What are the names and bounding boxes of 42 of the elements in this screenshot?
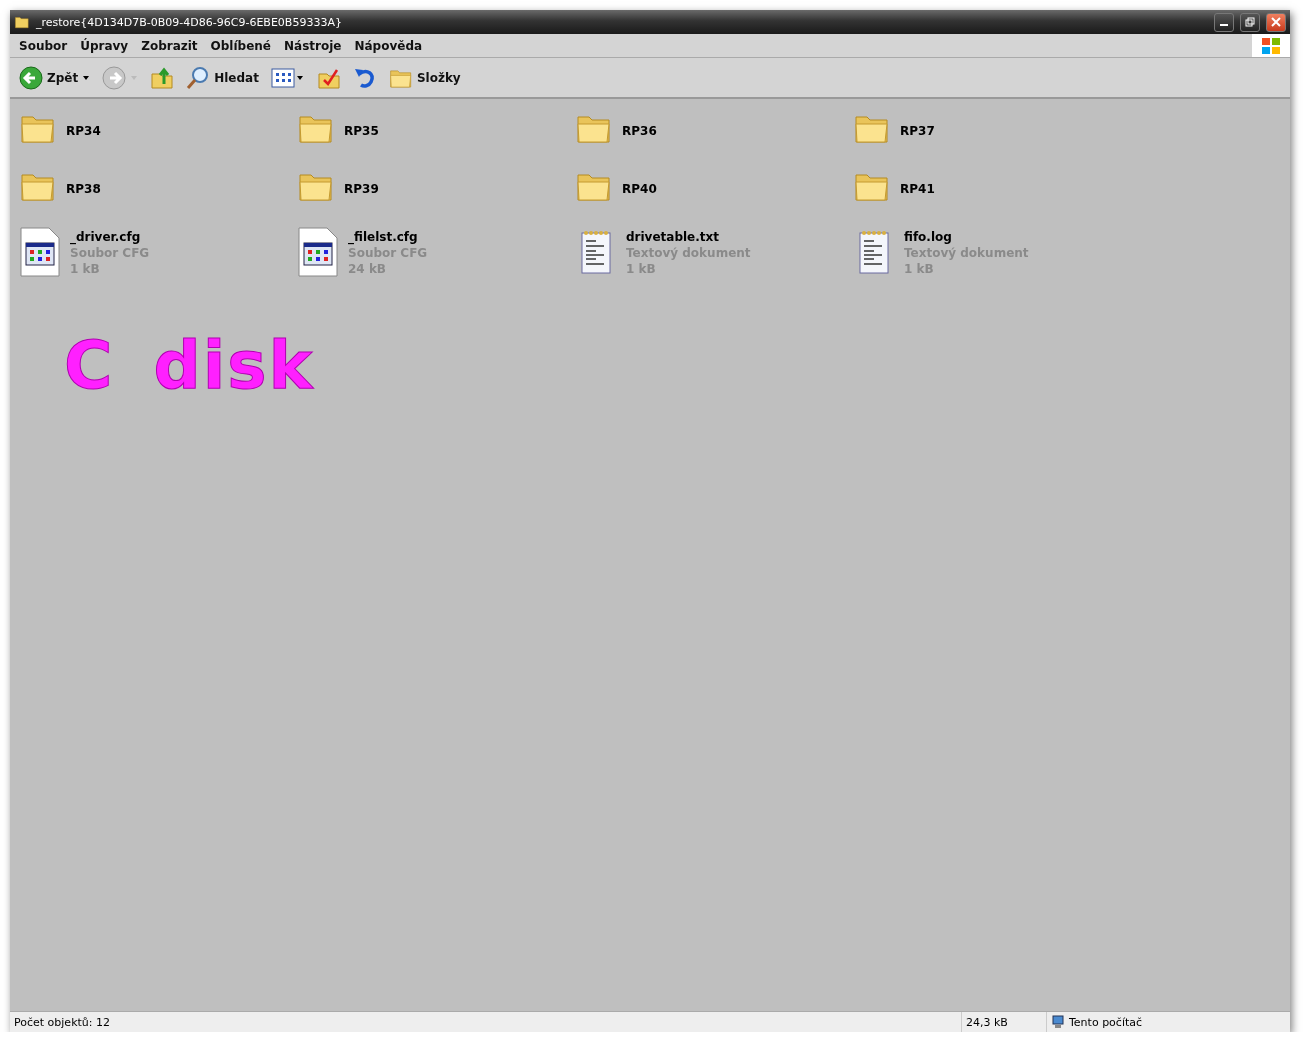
file-name[interactable]: RP37 (900, 123, 935, 139)
file-name[interactable]: RP35 (344, 123, 379, 139)
file-name[interactable]: RP36 (622, 123, 657, 139)
dropdown-caret-icon (130, 74, 139, 81)
total-size: 24,3 kB (961, 1012, 1046, 1032)
file-name[interactable]: RP41 (900, 181, 935, 197)
menu-item[interactable]: Oblíbené (205, 38, 279, 53)
back-button[interactable]: Zpět (16, 63, 94, 92)
menu-item[interactable]: Zobrazit (136, 38, 206, 53)
location-label: Tento počítač (1069, 1015, 1143, 1029)
folder-icon (14, 15, 30, 29)
search-button[interactable]: Hledat (183, 63, 262, 92)
file-name[interactable]: RP34 (66, 123, 101, 139)
settings-file-icon (20, 227, 60, 277)
file-name[interactable]: RP39 (344, 181, 379, 197)
windows-logo (1252, 34, 1290, 57)
folder-up-icon (150, 65, 175, 90)
search-icon (186, 65, 211, 90)
minimize-icon (1220, 24, 1228, 26)
views-icon (270, 66, 305, 89)
file-name[interactable]: drivetable.txt (626, 229, 751, 245)
file-name[interactable]: fifo.log (904, 229, 1029, 245)
file-name[interactable]: _driver.cfg (70, 229, 150, 245)
object-count: Počet objektů: 12 (13, 1014, 111, 1031)
dropdown-caret-icon (82, 74, 91, 81)
file-name[interactable]: _filelst.cfg (348, 229, 428, 245)
folders-button[interactable]: Složky (385, 64, 464, 91)
menu-item[interactable]: Nástroje (279, 38, 350, 53)
file-name[interactable]: RP40 (622, 181, 657, 197)
menu-item[interactable]: Nápověda (349, 38, 431, 53)
close-button[interactable] (1266, 12, 1286, 32)
restore-button[interactable] (1240, 12, 1260, 32)
file-name[interactable]: RP38 (66, 181, 101, 197)
menu-item[interactable]: Úpravy (75, 38, 137, 53)
menu-item[interactable]: Soubor (14, 38, 76, 53)
close-icon (1271, 17, 1281, 27)
minimize-button[interactable] (1214, 12, 1234, 32)
window-title: _restore{4D134D7B-0B09-4D86-96C9-6EBE0B59333A} (36, 15, 343, 29)
overlay-caption: C disk (64, 327, 315, 404)
restore-icon (1245, 17, 1255, 27)
computer-icon (1051, 1015, 1065, 1029)
settings-file-icon (298, 227, 338, 277)
